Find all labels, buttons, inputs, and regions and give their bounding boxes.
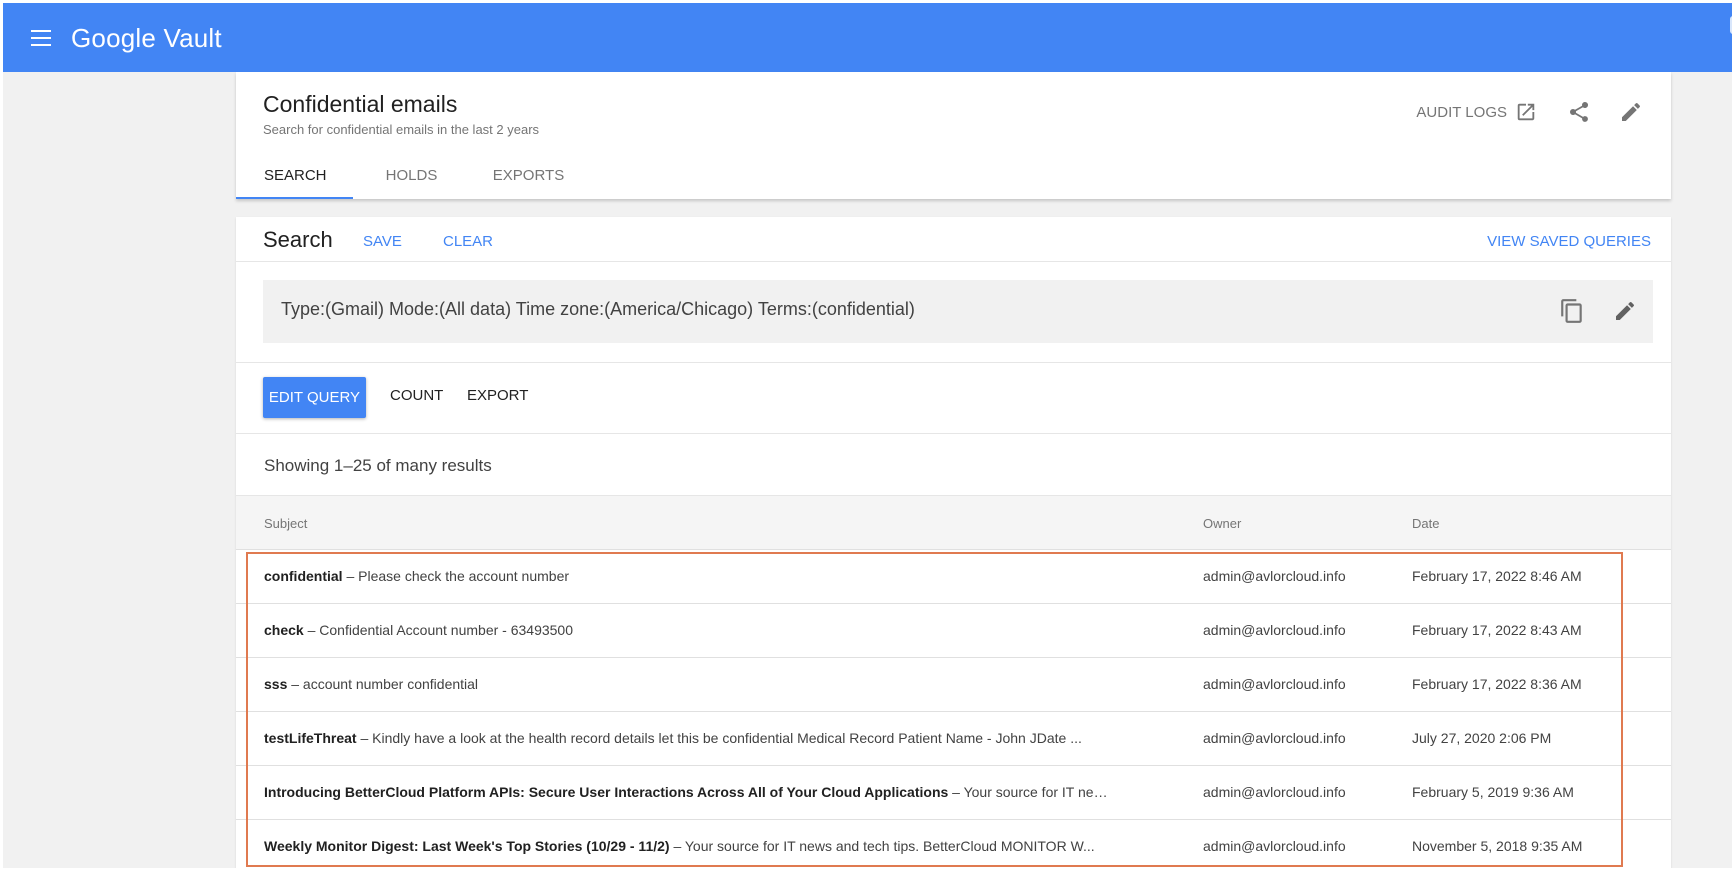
subject-text: Introducing BetterCloud Platform APIs: S… [264, 784, 949, 800]
search-header: Search SAVE CLEAR VIEW SAVED QUERIES [236, 217, 1671, 262]
snippet-text: – Your source for IT new... [948, 784, 1110, 800]
hamburger-menu-icon[interactable] [29, 26, 55, 50]
column-owner[interactable]: Owner [1203, 516, 1241, 531]
subject-text: Weekly Monitor Digest: Last Week's Top S… [264, 838, 670, 854]
row-subject: confidential – Please check the account … [264, 568, 1110, 584]
matter-tabs: SEARCH HOLDS EXPORTS [236, 151, 587, 199]
table-row[interactable]: check – Confidential Account number - 63… [236, 604, 1671, 658]
edit-pencil-icon[interactable] [1619, 100, 1643, 124]
table-row[interactable]: Weekly Monitor Digest: Last Week's Top S… [236, 820, 1671, 871]
audit-logs-link[interactable]: AUDIT LOGS [1416, 101, 1537, 123]
results-table-header: Subject Owner Date [236, 496, 1671, 550]
column-date[interactable]: Date [1412, 516, 1439, 531]
edit-query-button[interactable]: EDIT QUERY [263, 377, 366, 418]
row-owner: admin@avlorcloud.info [1203, 568, 1346, 584]
row-owner: admin@avlorcloud.info [1203, 622, 1346, 638]
row-subject: check – Confidential Account number - 63… [264, 622, 1110, 638]
row-date: November 5, 2018 9:35 AM [1412, 838, 1583, 854]
open-in-new-icon [1517, 103, 1535, 121]
audit-logs-label: AUDIT LOGS [1416, 103, 1507, 121]
table-row[interactable]: confidential – Please check the account … [236, 550, 1671, 604]
query-actions [1559, 298, 1637, 324]
row-owner: admin@avlorcloud.info [1203, 784, 1346, 800]
results-table-body: confidential – Please check the account … [236, 550, 1671, 871]
snippet-text: – Kindly have a look at the health recor… [356, 730, 1082, 746]
subject-text: check [264, 622, 304, 638]
column-subject[interactable]: Subject [264, 516, 307, 531]
results-count-text: Showing 1–25 of many results [264, 456, 492, 475]
search-title: Search [263, 227, 333, 252]
query-summary-box: Type:(Gmail) Mode:(All data) Time zone:(… [263, 280, 1653, 343]
matter-title: Confidential emails [263, 91, 458, 117]
export-button[interactable]: EXPORT [467, 387, 528, 404]
edge-indicator [1730, 16, 1735, 34]
app-bar: Google Vault [3, 3, 1732, 72]
row-owner: admin@avlorcloud.info [1203, 838, 1346, 854]
row-subject: Introducing BetterCloud Platform APIs: S… [264, 784, 1110, 800]
row-owner: admin@avlorcloud.info [1203, 676, 1346, 692]
edit-query-pencil-icon[interactable] [1613, 299, 1637, 323]
count-button[interactable]: COUNT [390, 387, 443, 404]
clear-button[interactable]: CLEAR [443, 233, 493, 250]
results-summary: Showing 1–25 of many results [236, 434, 1671, 496]
snippet-text: – Your source for IT news and tech tips.… [669, 838, 1095, 854]
row-subject: Weekly Monitor Digest: Last Week's Top S… [264, 838, 1110, 854]
tab-search[interactable]: SEARCH [236, 151, 353, 199]
row-subject: testLifeThreat – Kindly have a look at t… [264, 730, 1110, 746]
subject-text: sss [264, 676, 288, 692]
tab-exports[interactable]: EXPORTS [470, 151, 587, 199]
matter-description: Search for confidential emails in the la… [263, 122, 540, 137]
header-actions: AUDIT LOGS [1416, 100, 1643, 124]
table-row[interactable]: sss – account number confidential admin@… [236, 658, 1671, 712]
row-owner: admin@avlorcloud.info [1203, 730, 1346, 746]
view-saved-queries-button[interactable]: VIEW SAVED QUERIES [1487, 233, 1651, 250]
row-date: February 17, 2022 8:43 AM [1412, 622, 1582, 638]
app-logo: Google Vault [71, 23, 222, 53]
row-date: February 17, 2022 8:36 AM [1412, 676, 1582, 692]
query-action-row: EDIT QUERY COUNT EXPORT [236, 363, 1671, 434]
table-row[interactable]: testLifeThreat – Kindly have a look at t… [236, 712, 1671, 766]
table-row[interactable]: Introducing BetterCloud Platform APIs: S… [236, 766, 1671, 820]
snippet-text: – Confidential Account number - 63493500 [303, 622, 573, 638]
query-area: Type:(Gmail) Mode:(All data) Time zone:(… [236, 262, 1671, 363]
snippet-text: – Please check the account number [342, 568, 570, 584]
snippet-text: – account number confidential [287, 676, 479, 692]
tab-holds[interactable]: HOLDS [353, 151, 470, 199]
row-subject: sss – account number confidential [264, 676, 1110, 692]
save-button[interactable]: SAVE [363, 233, 402, 250]
copy-icon[interactable] [1559, 298, 1585, 324]
subject-text: confidential [264, 568, 343, 584]
matter-header: Confidential emails Search for confident… [236, 72, 1671, 199]
row-date: February 17, 2022 8:46 AM [1412, 568, 1582, 584]
query-summary-text: Type:(Gmail) Mode:(All data) Time zone:(… [281, 299, 915, 319]
row-date: February 5, 2019 9:36 AM [1412, 784, 1574, 800]
subject-text: testLifeThreat [264, 730, 357, 746]
row-date: July 27, 2020 2:06 PM [1412, 730, 1552, 746]
search-panel: Search SAVE CLEAR VIEW SAVED QUERIES Typ… [236, 217, 1671, 871]
share-icon[interactable] [1567, 100, 1591, 124]
